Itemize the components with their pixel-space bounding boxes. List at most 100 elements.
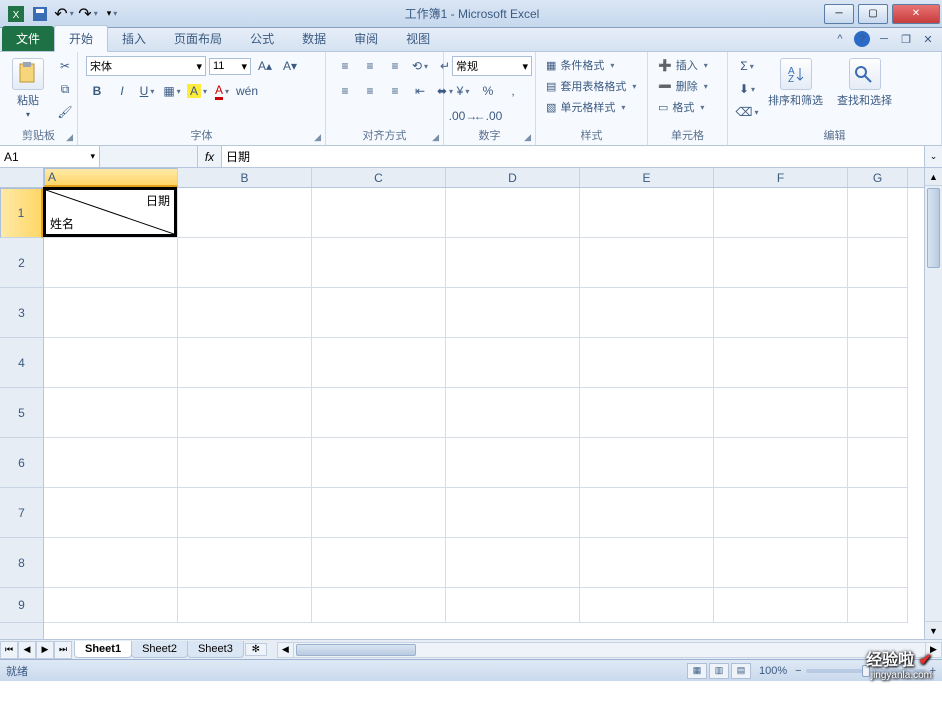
ribbon-tab-5[interactable]: 审阅: [340, 26, 392, 51]
last-sheet-icon[interactable]: ⏭: [54, 641, 72, 659]
cell[interactable]: [44, 438, 178, 488]
col-header-A[interactable]: A: [44, 168, 178, 187]
fill-icon[interactable]: ⬇: [736, 79, 758, 99]
cell[interactable]: [178, 338, 312, 388]
bold-button[interactable]: B: [86, 81, 108, 101]
cell[interactable]: [446, 438, 580, 488]
zoom-level[interactable]: 100%: [759, 665, 787, 677]
cell[interactable]: [178, 538, 312, 588]
cell[interactable]: [312, 288, 446, 338]
accounting-icon[interactable]: ¥: [452, 81, 474, 101]
dialog-launcher-icon[interactable]: ◢: [432, 132, 439, 143]
close-button[interactable]: ✕: [892, 4, 940, 24]
minimize-button[interactable]: ─: [824, 4, 854, 24]
align-middle-icon[interactable]: ≡: [359, 56, 381, 76]
cell[interactable]: [580, 238, 714, 288]
col-header-D[interactable]: D: [446, 168, 580, 187]
cell[interactable]: [580, 588, 714, 623]
comma-icon[interactable]: ,: [502, 81, 524, 101]
cell[interactable]: [714, 238, 848, 288]
file-tab[interactable]: 文件: [2, 26, 54, 51]
vertical-scrollbar[interactable]: ▲ ▼: [924, 168, 942, 639]
font-color-button[interactable]: A: [211, 81, 233, 101]
cell[interactable]: [580, 438, 714, 488]
cell[interactable]: [312, 588, 446, 623]
insert-cells-button[interactable]: ➕插入: [656, 56, 710, 74]
window-min-icon[interactable]: ─: [876, 31, 892, 47]
cell[interactable]: [714, 338, 848, 388]
save-icon[interactable]: [30, 4, 50, 24]
cell[interactable]: [580, 388, 714, 438]
cell[interactable]: [312, 188, 446, 238]
cell[interactable]: [312, 538, 446, 588]
indent-dec-icon[interactable]: ⇤: [409, 81, 431, 101]
conditional-format-button[interactable]: ▦条件格式: [544, 56, 616, 74]
cell[interactable]: [446, 488, 580, 538]
clear-icon[interactable]: ⌫: [736, 102, 758, 122]
format-cells-button[interactable]: ▭格式: [656, 98, 706, 116]
cell[interactable]: [848, 538, 908, 588]
row-header-6[interactable]: 6: [0, 438, 43, 488]
ribbon-tab-0[interactable]: 开始: [54, 25, 108, 52]
cut-icon[interactable]: ✂: [54, 56, 76, 76]
cell[interactable]: [848, 188, 908, 238]
cell[interactable]: [714, 288, 848, 338]
row-headers[interactable]: 123456789: [0, 188, 44, 639]
cell[interactable]: [848, 388, 908, 438]
prev-sheet-icon[interactable]: ◀: [18, 641, 36, 659]
sheet-tab-Sheet2[interactable]: Sheet2: [131, 641, 188, 658]
delete-cells-button[interactable]: ➖删除: [656, 77, 710, 95]
cell[interactable]: [714, 188, 848, 238]
cell-styles-button[interactable]: ▧单元格样式: [544, 98, 627, 116]
cell[interactable]: [178, 288, 312, 338]
cell[interactable]: [178, 388, 312, 438]
scroll-left-icon[interactable]: ◀: [278, 643, 294, 657]
cell[interactable]: [312, 388, 446, 438]
find-select-button[interactable]: 查找和选择: [833, 56, 896, 110]
cell[interactable]: [312, 238, 446, 288]
cell[interactable]: [848, 588, 908, 623]
window-restore-icon[interactable]: ❐: [898, 31, 914, 47]
orientation-icon[interactable]: ⟲: [409, 56, 431, 76]
page-layout-view-icon[interactable]: ▥: [709, 663, 729, 679]
help-icon[interactable]: ?: [854, 31, 870, 47]
cell[interactable]: [714, 488, 848, 538]
window-close-icon[interactable]: ✕: [920, 31, 936, 47]
cell[interactable]: [446, 338, 580, 388]
name-box[interactable]: A1▾: [0, 146, 100, 167]
number-format-select[interactable]: 常规▾: [452, 56, 532, 76]
align-right-icon[interactable]: ≡: [384, 81, 406, 101]
cell[interactable]: [44, 538, 178, 588]
dialog-launcher-icon[interactable]: ◢: [314, 132, 321, 143]
increase-decimal-icon[interactable]: .00→: [452, 106, 474, 126]
cell[interactable]: [312, 438, 446, 488]
ribbon-tab-2[interactable]: 页面布局: [160, 26, 236, 51]
cell[interactable]: [44, 388, 178, 438]
cell[interactable]: [714, 588, 848, 623]
cell[interactable]: [714, 538, 848, 588]
cell[interactable]: [446, 188, 580, 238]
align-left-icon[interactable]: ≡: [334, 81, 356, 101]
cell[interactable]: [446, 538, 580, 588]
cell[interactable]: [580, 188, 714, 238]
ribbon-tab-4[interactable]: 数据: [288, 26, 340, 51]
table-format-button[interactable]: ▤套用表格格式: [544, 77, 638, 95]
col-header-G[interactable]: G: [848, 168, 908, 187]
cell[interactable]: [446, 288, 580, 338]
first-sheet-icon[interactable]: ⏮: [0, 641, 18, 659]
cell[interactable]: [848, 288, 908, 338]
ribbon-tab-1[interactable]: 插入: [108, 26, 160, 51]
page-break-view-icon[interactable]: ▤: [731, 663, 751, 679]
expand-formula-icon[interactable]: ⌄: [924, 146, 942, 167]
cell[interactable]: [848, 238, 908, 288]
scroll-down-icon[interactable]: ▼: [925, 621, 942, 639]
undo-icon[interactable]: ↶: [54, 4, 74, 24]
col-header-E[interactable]: E: [580, 168, 714, 187]
format-painter-icon[interactable]: 🖌: [54, 102, 76, 122]
phonetic-button[interactable]: wén: [236, 81, 258, 101]
cell[interactable]: [580, 538, 714, 588]
grow-font-icon[interactable]: A▴: [254, 56, 276, 76]
paste-button[interactable]: 粘贴▾: [8, 56, 48, 121]
cell[interactable]: [44, 338, 178, 388]
minimize-ribbon-icon[interactable]: ^: [832, 31, 848, 47]
